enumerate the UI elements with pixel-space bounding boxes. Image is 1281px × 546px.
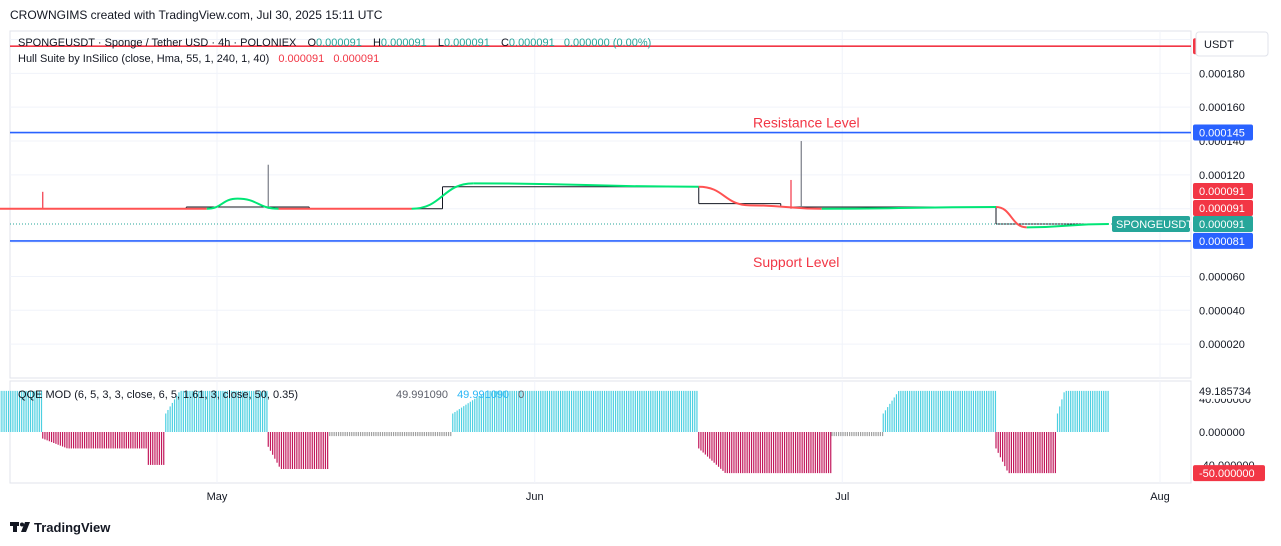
h-value: 0.000091 xyxy=(381,37,427,49)
time-axis[interactable]: May Jun Jul Aug xyxy=(207,491,1170,503)
x-tick-label: Jul xyxy=(835,491,849,503)
qqe-title[interactable]: QQE MOD (6, 5, 3, 3, close, 6, 5, 1.61, … xyxy=(18,389,298,401)
x-tick-label: Jun xyxy=(526,491,544,503)
y-tick-label: 0.000120 xyxy=(1199,170,1245,182)
qqe-legend: QQE MOD (6, 5, 3, 3, close, 6, 5, 1.61, … xyxy=(18,389,524,401)
hull-2-badge-label: 0.000091 xyxy=(1199,203,1245,215)
y-tick-label: 0.000160 xyxy=(1199,102,1245,114)
last-price-badge-label: 0.000091 xyxy=(1199,219,1245,231)
y-tick-label: 0.000040 xyxy=(1199,305,1245,317)
created-by-text: CROWNGIMS created with TradingView.com, … xyxy=(10,8,383,22)
c-value: 0.000091 xyxy=(509,37,555,49)
qqe-tick-label: 0.000000 xyxy=(1199,427,1245,439)
c-label: C xyxy=(501,37,509,49)
qqe-top-badge-label: 49.185734 xyxy=(1199,386,1251,398)
chart-canvas[interactable]: Resistance Level Support Level 0.000020 0.… xyxy=(0,0,1281,546)
y-tick-label: 0.000060 xyxy=(1199,271,1245,283)
level-annotation: Support Level xyxy=(753,254,839,270)
x-tick-label: May xyxy=(207,491,228,503)
l-value: 0.000091 xyxy=(444,37,490,49)
o-value: 0.000091 xyxy=(316,37,362,49)
symbol-tag-label: SPONGEUSDT xyxy=(1116,219,1193,231)
legend-indicator: Hull Suite by InSilico (close, Hma, 55, … xyxy=(18,53,379,65)
logo-stem-icon xyxy=(13,522,17,532)
logo-dot-icon xyxy=(20,522,24,527)
qqe-value-2: 49.991090 xyxy=(457,389,509,401)
indicator-value-2: 0.000091 xyxy=(333,53,379,65)
hull-1-badge-label: 0.000091 xyxy=(1199,186,1245,198)
tradingview-logo[interactable]: TradingView xyxy=(10,520,111,535)
h-label: H xyxy=(373,37,381,49)
y-tick-label: 0.000180 xyxy=(1199,68,1245,80)
tradingview-brand: TradingView xyxy=(34,520,111,535)
qqe-bottom-badge-label: -50.000000 xyxy=(1199,468,1255,480)
qqe-value-3: 0 xyxy=(518,389,524,401)
price-axis[interactable]: 0.0000200.0000400.0000600.0000800.000100… xyxy=(1199,34,1255,471)
level-badge-label: 0.000145 xyxy=(1199,128,1245,140)
currency-label: USDT xyxy=(1204,39,1234,51)
change-value: 0.000000 (0.00%) xyxy=(564,37,651,49)
indicator-name[interactable]: Hull Suite by InSilico (close, Hma, 55, … xyxy=(18,53,269,65)
level-annotation: Resistance Level xyxy=(753,115,860,131)
qqe-value-1: 49.991090 xyxy=(396,389,448,401)
level-badge-label: 0.000081 xyxy=(1199,236,1245,248)
main-pane[interactable] xyxy=(9,30,1192,379)
y-tick-label: 0.000020 xyxy=(1199,339,1245,351)
x-tick-label: Aug xyxy=(1150,491,1170,503)
legend-ohlc: SPONGEUSDT · Sponge / Tether USD · 4h · … xyxy=(18,37,651,49)
symbol-line[interactable]: SPONGEUSDT · Sponge / Tether USD · 4h · … xyxy=(18,37,297,49)
indicator-value-1: 0.000091 xyxy=(278,53,324,65)
